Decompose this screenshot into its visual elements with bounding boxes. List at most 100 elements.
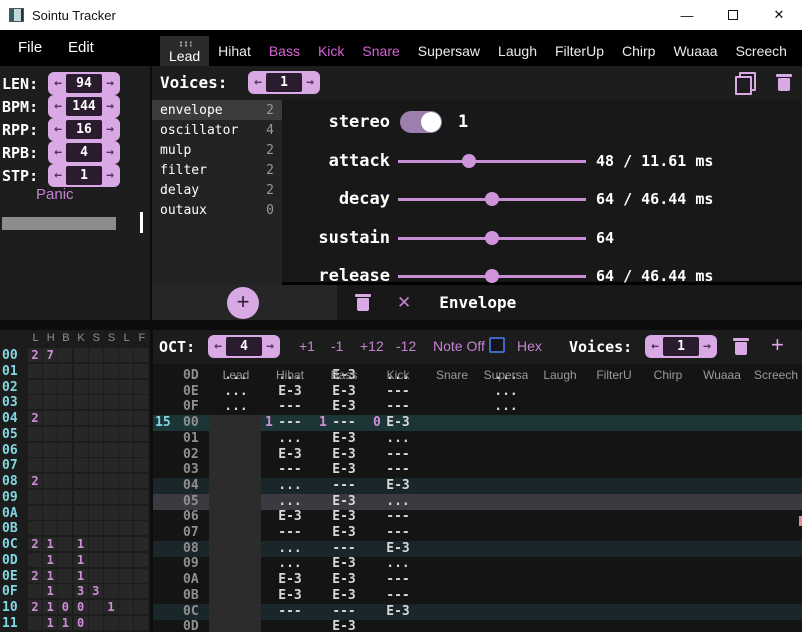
note-cell[interactable]: ---: [371, 588, 425, 604]
note-cell[interactable]: [749, 604, 802, 620]
note-cell[interactable]: [641, 384, 695, 400]
order-cell[interactable]: [104, 537, 118, 551]
tab-lead[interactable]: Lead: [160, 36, 209, 66]
note-cell[interactable]: [749, 384, 802, 400]
note-cell[interactable]: E-3: [263, 572, 317, 588]
order-cell[interactable]: [89, 443, 103, 457]
order-cell[interactable]: [119, 443, 133, 457]
note-cell[interactable]: [479, 462, 533, 478]
hex-checkbox[interactable]: [489, 337, 505, 353]
order-cell[interactable]: [74, 411, 88, 425]
note-cell[interactable]: [587, 572, 641, 588]
voices-increment-button[interactable]: →: [302, 73, 318, 92]
close-button[interactable]: ✕: [756, 0, 802, 30]
order-cell[interactable]: [104, 553, 118, 567]
note-cell[interactable]: ---: [371, 525, 425, 541]
note-cell[interactable]: ---: [263, 399, 317, 415]
tab-supersaw[interactable]: Supersaw: [409, 36, 489, 66]
sustain-slider[interactable]: [398, 231, 586, 245]
order-cell[interactable]: [58, 521, 72, 535]
unit-row-filter[interactable]: filter2: [152, 160, 282, 180]
order-cell[interactable]: 1: [104, 600, 118, 614]
order-cell[interactable]: [134, 458, 148, 472]
note-cell[interactable]: [749, 415, 802, 431]
order-cell[interactable]: [28, 506, 42, 520]
track-row[interactable]: 09...E-3...: [153, 556, 802, 572]
note-cell[interactable]: [209, 525, 263, 541]
unit-row-outaux[interactable]: outaux0: [152, 200, 282, 220]
note-cell[interactable]: E-3: [317, 431, 371, 447]
hex-label[interactable]: Hex: [517, 338, 542, 354]
note-cell[interactable]: [425, 556, 479, 572]
menu-file[interactable]: File: [12, 30, 48, 66]
track-row[interactable]: 04...---E-3: [153, 478, 802, 494]
note-cell[interactable]: [749, 619, 802, 632]
note-cell[interactable]: [479, 415, 533, 431]
order-cell[interactable]: [89, 427, 103, 441]
increment-button[interactable]: →: [102, 120, 118, 139]
order-cell[interactable]: [89, 364, 103, 378]
order-cell[interactable]: [104, 616, 118, 630]
note-cell[interactable]: ---: [371, 572, 425, 588]
note-cell[interactable]: [425, 478, 479, 494]
order-cell[interactable]: [119, 616, 133, 630]
note-cell[interactable]: [749, 525, 802, 541]
order-cell[interactable]: [58, 411, 72, 425]
note-cell[interactable]: [209, 462, 263, 478]
order-cell[interactable]: [134, 348, 148, 362]
note-cell[interactable]: [209, 509, 263, 525]
note-cell[interactable]: [587, 604, 641, 620]
note-cell[interactable]: [479, 494, 533, 510]
note-cell[interactable]: [695, 384, 749, 400]
order-cell[interactable]: [134, 364, 148, 378]
voices-decrement-button[interactable]: ←: [250, 73, 266, 92]
note-cell[interactable]: E-3: [317, 556, 371, 572]
copy-instrument-icon[interactable]: [735, 72, 756, 95]
order-cell[interactable]: [28, 443, 42, 457]
order-cell[interactable]: [119, 380, 133, 394]
order-cell[interactable]: [104, 380, 118, 394]
note-cell[interactable]: [587, 447, 641, 463]
tab-bass[interactable]: Bass: [260, 36, 309, 66]
order-cell[interactable]: 1: [58, 616, 72, 630]
tab-chirp[interactable]: Chirp: [613, 36, 664, 66]
note-cell[interactable]: [749, 447, 802, 463]
tab-morea[interactable]: Morea: [796, 36, 802, 66]
tab-filterup[interactable]: FilterUp: [546, 36, 613, 66]
note-cell[interactable]: [425, 604, 479, 620]
note-cell[interactable]: [587, 431, 641, 447]
decrement-button[interactable]: ←: [50, 74, 66, 93]
note-cell[interactable]: [641, 604, 695, 620]
order-cell[interactable]: [43, 395, 57, 409]
order-cell[interactable]: [28, 427, 42, 441]
note-cell[interactable]: [695, 541, 749, 557]
disable-unit-icon[interactable]: ✕: [397, 293, 411, 313]
note-cell[interactable]: [479, 525, 533, 541]
order-cell[interactable]: 2: [28, 348, 42, 362]
unit-row-oscillator[interactable]: oscillator4: [152, 120, 282, 140]
tab-kick[interactable]: Kick: [309, 36, 353, 66]
order-cell[interactable]: [28, 616, 42, 630]
note-cell[interactable]: ...: [263, 556, 317, 572]
order-cell[interactable]: [89, 521, 103, 535]
note-cell[interactable]: ...: [371, 431, 425, 447]
order-cell[interactable]: [28, 395, 42, 409]
order-cell[interactable]: [28, 521, 42, 535]
note-cell[interactable]: E-3: [317, 619, 371, 632]
order-cell[interactable]: [58, 443, 72, 457]
note-cell[interactable]: [587, 415, 641, 431]
track-row[interactable]: 08...---E-3: [153, 541, 802, 557]
order-cell[interactable]: [134, 584, 148, 598]
note-cell[interactable]: [695, 509, 749, 525]
transpose-up-12-button[interactable]: +12: [360, 338, 384, 354]
note-cell[interactable]: [641, 368, 695, 384]
note-cell[interactable]: [695, 478, 749, 494]
order-cell[interactable]: [119, 458, 133, 472]
note-cell[interactable]: [479, 556, 533, 572]
note-cell[interactable]: [533, 384, 587, 400]
slider-knob[interactable]: [485, 269, 499, 283]
order-cell[interactable]: 0: [74, 600, 88, 614]
note-cell[interactable]: ...: [371, 494, 425, 510]
song-param-value[interactable]: 94: [66, 74, 102, 93]
order-cell[interactable]: [89, 458, 103, 472]
